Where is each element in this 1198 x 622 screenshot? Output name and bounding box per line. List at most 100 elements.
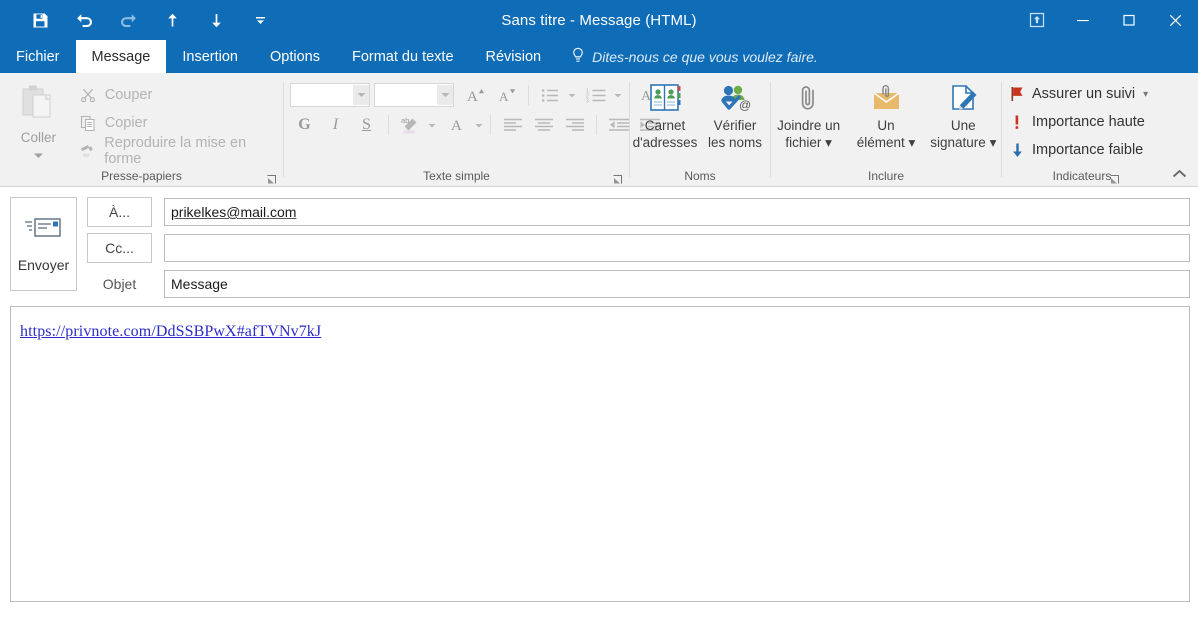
bold-icon[interactable]: G bbox=[290, 113, 319, 138]
bold-glyph: G bbox=[298, 116, 311, 133]
chevron-down-icon: ▾ bbox=[989, 135, 997, 150]
chevron-down-icon bbox=[33, 146, 44, 164]
chevron-down-icon[interactable] bbox=[474, 123, 483, 128]
check-names-icon: @ bbox=[717, 82, 753, 114]
font-color-icon[interactable]: A bbox=[443, 113, 472, 138]
numbering-icon[interactable]: 123 bbox=[582, 83, 611, 108]
signature-label: Une signature ▾ bbox=[930, 118, 997, 150]
font-name-combo[interactable] bbox=[290, 83, 370, 107]
chevron-down-icon: ▾ bbox=[908, 135, 916, 150]
to-button[interactable]: À... bbox=[87, 197, 152, 227]
align-center-icon[interactable] bbox=[529, 113, 558, 138]
tab-message[interactable]: Message bbox=[75, 40, 167, 73]
group-label-tags: Indicateurs bbox=[1052, 169, 1112, 183]
subject-row: Objet Message bbox=[87, 269, 1190, 299]
grow-font-icon[interactable]: A bbox=[461, 83, 490, 108]
divider bbox=[596, 115, 597, 135]
tags-dialog-launcher-icon[interactable] bbox=[1109, 172, 1120, 184]
subject-label: Objet bbox=[102, 276, 137, 292]
high-importance-button[interactable]: Importance haute bbox=[1010, 109, 1148, 135]
clipboard-dialog-launcher-icon[interactable] bbox=[266, 172, 277, 184]
tab-revision[interactable]: Révision bbox=[470, 40, 558, 73]
svg-text:A: A bbox=[451, 118, 462, 134]
divider bbox=[528, 85, 529, 105]
send-envelope-icon bbox=[24, 215, 64, 247]
chevron-down-icon[interactable]: ▾ bbox=[1143, 89, 1148, 100]
divider bbox=[388, 115, 389, 135]
attach-item-button[interactable]: Un élément ▾ bbox=[848, 79, 923, 151]
low-importance-button[interactable]: Importance faible bbox=[1010, 137, 1148, 163]
align-left-icon[interactable] bbox=[498, 113, 527, 138]
save-icon[interactable] bbox=[18, 3, 62, 37]
message-body-wrapper: https://privnote.com/DdSSBPwX#afTVNv7kJ bbox=[0, 302, 1198, 602]
send-label: Envoyer bbox=[17, 257, 70, 273]
ribbon-group-names: Carnet d'adresses @ Vérifier les noms No… bbox=[630, 73, 770, 186]
undo-icon[interactable] bbox=[62, 3, 106, 37]
check-names-button[interactable]: @ Vérifier les noms bbox=[701, 79, 769, 151]
customize-qat-icon[interactable] bbox=[238, 3, 282, 37]
maximize-button[interactable] bbox=[1106, 0, 1152, 40]
chevron-down-icon[interactable] bbox=[567, 93, 576, 98]
body-hyperlink[interactable]: https://privnote.com/DdSSBPwX#afTVNv7kJ bbox=[20, 323, 321, 340]
underline-glyph: S bbox=[362, 116, 371, 133]
cc-input[interactable] bbox=[164, 234, 1190, 262]
tell-me-search[interactable]: Dites-nous ce que vous voulez faire. bbox=[557, 40, 828, 73]
tell-me-text: Dites-nous ce que vous voulez faire. bbox=[592, 48, 818, 65]
cut-button[interactable]: Couper bbox=[75, 83, 283, 107]
bullets-icon[interactable] bbox=[536, 83, 565, 108]
align-right-icon[interactable] bbox=[560, 113, 589, 138]
svg-text:3: 3 bbox=[586, 98, 589, 104]
attach-file-button[interactable]: Joindre un fichier ▾ bbox=[771, 79, 846, 151]
shrink-font-icon[interactable]: A bbox=[492, 83, 521, 108]
tab-fichier[interactable]: Fichier bbox=[0, 40, 76, 73]
paste-button[interactable]: Coller bbox=[10, 79, 67, 164]
compose-header: Envoyer À... prikelkes@mail.com Cc... Ob… bbox=[0, 187, 1198, 302]
address-book-label: Carnet d'adresses bbox=[632, 118, 698, 150]
italic-icon[interactable]: I bbox=[321, 113, 350, 138]
chevron-down-icon[interactable] bbox=[427, 123, 436, 128]
ribbon-group-clipboard: Coller Couper Copier Reproduire la mise … bbox=[0, 73, 283, 186]
chevron-down-icon[interactable] bbox=[613, 93, 622, 98]
ribbon-group-include: Joindre un fichier ▾ Un élément ▾ Une si… bbox=[771, 73, 1001, 186]
copy-button[interactable]: Copier bbox=[75, 111, 283, 135]
next-item-icon[interactable] bbox=[194, 3, 238, 37]
copy-label: Copier bbox=[104, 115, 148, 131]
redo-icon[interactable] bbox=[106, 3, 150, 37]
text-highlight-icon[interactable]: ab bbox=[396, 113, 425, 138]
group-label-clipboard: Presse-papiers bbox=[101, 169, 182, 183]
follow-up-button[interactable]: Assurer un suivi ▾ bbox=[1010, 81, 1148, 107]
lightbulb-icon bbox=[571, 47, 585, 67]
signature-button[interactable]: Une signature ▾ bbox=[926, 79, 1001, 151]
subject-input[interactable]: Message bbox=[164, 270, 1190, 298]
divider bbox=[490, 115, 491, 135]
decrease-indent-icon[interactable] bbox=[604, 113, 633, 138]
minimize-button[interactable] bbox=[1060, 0, 1106, 40]
text-dialog-launcher-icon[interactable] bbox=[612, 172, 623, 184]
tab-options[interactable]: Options bbox=[254, 40, 336, 73]
to-row: À... prikelkes@mail.com bbox=[87, 197, 1190, 227]
tab-insertion[interactable]: Insertion bbox=[166, 40, 254, 73]
collapse-ribbon-icon[interactable] bbox=[1168, 164, 1190, 184]
to-input[interactable]: prikelkes@mail.com bbox=[164, 198, 1190, 226]
format-painter-icon bbox=[79, 143, 97, 159]
format-painter-button[interactable]: Reproduire la mise en forme bbox=[75, 135, 283, 167]
message-body[interactable]: https://privnote.com/DdSSBPwX#afTVNv7kJ bbox=[10, 306, 1190, 602]
group-label-include: Inclure bbox=[867, 169, 905, 183]
close-button[interactable] bbox=[1152, 0, 1198, 40]
paste-label: Coller bbox=[20, 130, 56, 145]
outlook-compose-window: Sans titre - Message (HTML) Fichier Mess… bbox=[0, 0, 1198, 622]
address-book-button[interactable]: Carnet d'adresses bbox=[631, 79, 699, 151]
clipboard-commands: Couper Copier Reproduire la mise en form… bbox=[75, 79, 283, 167]
high-importance-label: Importance haute bbox=[1032, 114, 1145, 130]
previous-item-icon[interactable] bbox=[150, 3, 194, 37]
tab-format-du-texte[interactable]: Format du texte bbox=[336, 40, 470, 73]
address-book-icon bbox=[648, 82, 682, 114]
underline-icon[interactable]: S bbox=[352, 113, 381, 138]
cc-button[interactable]: Cc... bbox=[87, 233, 152, 263]
attach-item-icon bbox=[869, 82, 903, 114]
format-painter-label: Reproduire la mise en forme bbox=[104, 135, 247, 167]
send-button[interactable]: Envoyer bbox=[10, 197, 77, 291]
paperclip-icon bbox=[794, 82, 824, 114]
ribbon-display-options-icon[interactable] bbox=[1014, 0, 1060, 40]
font-size-combo[interactable] bbox=[374, 83, 454, 107]
